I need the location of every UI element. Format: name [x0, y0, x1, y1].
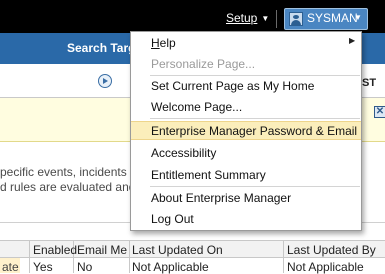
column-header-last-updated-by[interactable]: Last Updated By	[287, 244, 376, 256]
menu-item-help-rest: elp	[159, 36, 176, 50]
setup-menu-button[interactable]: Setup ▼	[226, 11, 269, 27]
description-line: d rules are evaluated and a	[0, 180, 146, 194]
menu-item-help-accel: H	[151, 36, 160, 50]
menu-item-entitlement-summary[interactable]: Entitlement Summary	[151, 168, 266, 182]
menu-item-password-email[interactable]: Enterprise Manager Password & Email	[151, 124, 357, 138]
description-line: pecific events, incidents or	[0, 165, 141, 179]
menu-item-log-out[interactable]: Log Out	[151, 212, 194, 226]
menu-item-set-home[interactable]: Set Current Page as My Home	[151, 79, 314, 93]
setup-label: Setup	[226, 11, 258, 25]
menu-item-about[interactable]: About Enterprise Manager	[151, 191, 291, 205]
menu-item-welcome-page[interactable]: Welcome Page...	[151, 100, 242, 114]
table-cell: Yes	[33, 260, 53, 274]
column-header-last-updated-on[interactable]: Last Updated On	[132, 244, 223, 256]
column-divider	[29, 240, 30, 273]
menu-item-personalize-page: Personalize Page...	[151, 57, 256, 71]
column-divider	[283, 240, 284, 273]
menu-separator	[150, 186, 360, 187]
play-circle-icon[interactable]	[98, 74, 112, 88]
column-divider	[129, 240, 130, 273]
column-header-enabled[interactable]: Enabled	[33, 244, 77, 256]
chevron-right-icon: ▶	[349, 36, 356, 45]
menu-item-accessibility[interactable]: Accessibility	[151, 146, 216, 160]
user-name-label: SYSMAN	[307, 11, 358, 25]
header-divider	[276, 10, 277, 28]
user-icon	[289, 12, 303, 26]
table-cell: No	[77, 260, 93, 274]
table-cell: Not Applicable	[287, 260, 364, 274]
table-cell: Not Applicable	[132, 260, 209, 274]
column-header-email-me[interactable]: Email Me	[77, 244, 127, 256]
menu-item-help[interactable]: Help	[151, 36, 176, 50]
chevron-down-icon: ▼	[354, 13, 362, 22]
chevron-down-icon: ▼	[261, 14, 270, 23]
table-cell: ate	[2, 260, 19, 274]
toolbar-text: ST	[362, 77, 377, 89]
menu-separator	[150, 118, 360, 119]
menu-separator	[150, 75, 360, 76]
close-icon[interactable]: ✕	[374, 106, 385, 118]
